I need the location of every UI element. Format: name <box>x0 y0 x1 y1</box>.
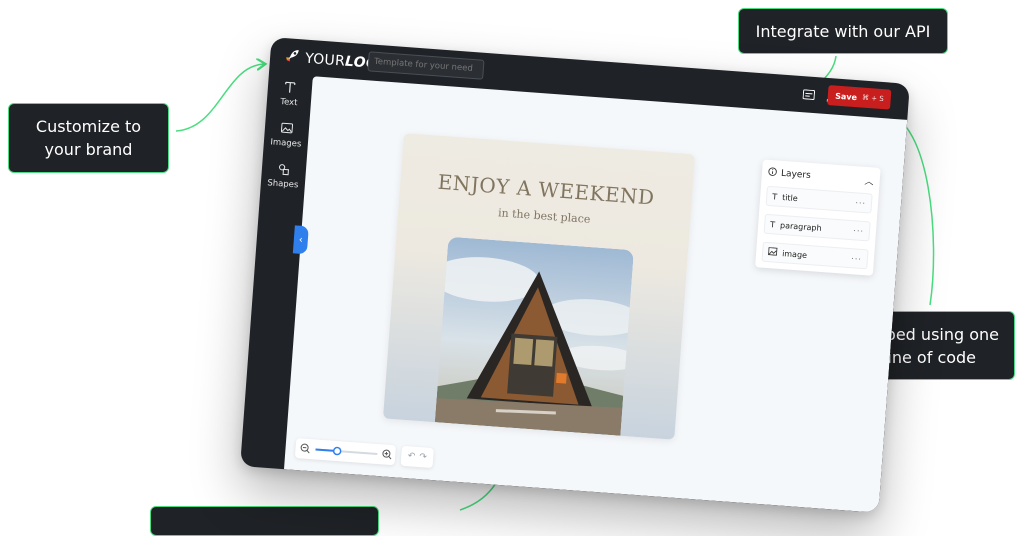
layers-title: Layers <box>781 169 811 181</box>
editor-window: YOURLOGO Save ⌘ + S Text Images <box>240 37 910 513</box>
info-icon <box>768 167 778 180</box>
image-icon <box>264 120 309 139</box>
save-label: Save <box>835 91 857 102</box>
embed-code-icon[interactable] <box>800 86 817 103</box>
text-icon: T <box>770 220 776 229</box>
redo-icon[interactable]: ↷ <box>419 452 427 463</box>
zoom-in-icon <box>383 450 392 459</box>
layer-item-image[interactable]: image ··· <box>761 242 868 270</box>
shapes-icon <box>261 161 306 180</box>
zoom-slider[interactable] <box>295 438 396 465</box>
sidebar-item-label: Images <box>270 137 302 149</box>
layers-panel: Layers ︿ T title ··· T paragraph ··· ima… <box>755 159 881 275</box>
card-image[interactable] <box>435 237 634 436</box>
layers-header[interactable]: Layers ︿ <box>767 166 874 188</box>
rocket-icon <box>283 47 300 68</box>
layer-label: paragraph <box>780 220 822 232</box>
template-name-input[interactable] <box>367 51 484 79</box>
callout-text: Integrate with our API <box>756 20 931 43</box>
layer-item-title[interactable]: T title ··· <box>766 186 873 214</box>
text-icon: T <box>772 192 778 201</box>
chevron-left-icon: ‹ <box>298 234 303 245</box>
more-options-icon[interactable]: ··· <box>851 254 862 264</box>
zoom-out-icon <box>301 444 310 453</box>
image-icon <box>768 247 778 258</box>
arrow-to-logo <box>176 64 264 131</box>
cabin-photo <box>435 237 634 436</box>
history-controls: ↶ ↷ <box>401 446 434 468</box>
layer-label: image <box>782 249 808 260</box>
layer-item-paragraph[interactable]: T paragraph ··· <box>764 214 871 242</box>
save-shortcut: ⌘ + S <box>862 94 884 104</box>
layer-label: title <box>782 192 798 202</box>
undo-icon[interactable]: ↶ <box>407 451 415 462</box>
sidebar-item-text[interactable]: Text <box>267 79 313 109</box>
design-card[interactable]: ENJOY A WEEKEND in the best place <box>383 133 695 440</box>
save-button[interactable]: Save ⌘ + S <box>828 85 892 110</box>
design-canvas[interactable]: ‹ ENJOY A WEEKEND in the best place <box>284 76 907 513</box>
text-icon <box>267 79 312 98</box>
zoom-slider-thumb <box>333 447 340 454</box>
callout-customize-brand: Customize to your brand <box>8 103 169 173</box>
sidebar-item-label: Text <box>280 97 298 108</box>
sidebar-item-shapes[interactable]: Shapes <box>261 161 307 191</box>
collapse-panel-button[interactable]: ‹ <box>293 225 309 254</box>
callout-text: Customize to your brand <box>29 115 149 161</box>
sidebar-item-label: Shapes <box>267 178 299 190</box>
callout-bottom <box>150 506 379 536</box>
zoom-control <box>295 438 396 465</box>
more-options-icon[interactable]: ··· <box>853 226 864 236</box>
callout-integrate-api: Integrate with our API <box>738 8 948 54</box>
chevron-up-icon[interactable]: ︿ <box>864 173 874 187</box>
more-options-icon[interactable]: ··· <box>855 198 866 208</box>
sidebar-item-images[interactable]: Images <box>264 120 310 150</box>
